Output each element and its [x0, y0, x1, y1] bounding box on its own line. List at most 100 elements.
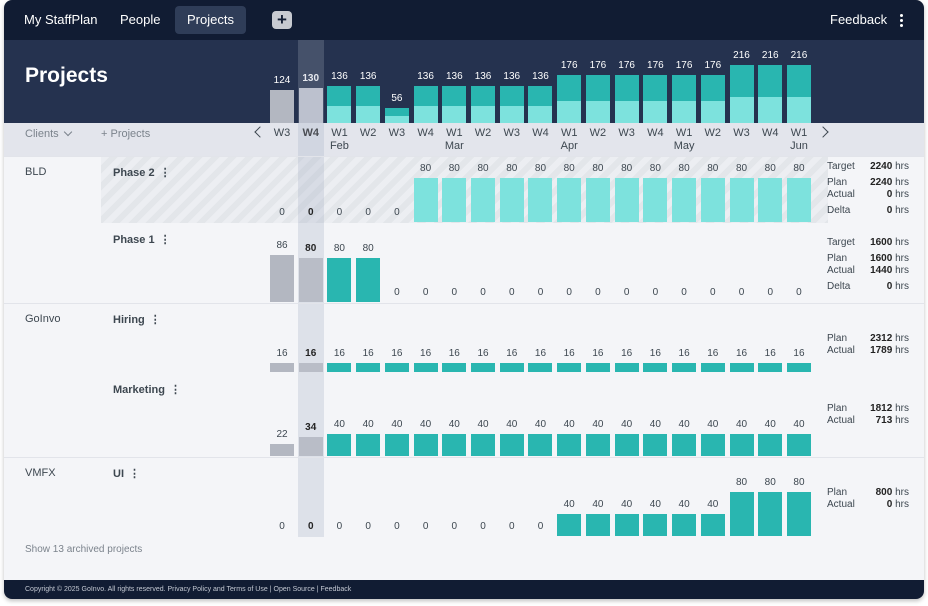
hours-value[interactable]: 40 [583, 499, 613, 510]
hours-value[interactable]: 40 [583, 419, 613, 430]
hours-value[interactable]: 16 [698, 348, 728, 359]
hours-bar[interactable] [413, 363, 438, 372]
hours-value[interactable]: 16 [640, 348, 670, 359]
hours-value[interactable]: 16 [353, 348, 383, 359]
hours-value[interactable]: 40 [640, 499, 670, 510]
hours-value[interactable]: 16 [439, 348, 469, 359]
hours-value[interactable]: 80 [324, 243, 354, 254]
hours-bar[interactable] [729, 178, 754, 222]
footer-privacy-link[interactable]: Privacy Policy and Terms of Use [168, 586, 268, 593]
client-name[interactable]: VMFX [25, 467, 56, 479]
kebab-icon[interactable]: ⋮ [160, 166, 171, 179]
footer-open-source-link[interactable]: Open Source [274, 586, 315, 593]
hours-value[interactable]: 0 [755, 287, 785, 298]
kebab-icon[interactable]: ⋮ [160, 233, 171, 246]
hours-value[interactable]: 0 [267, 207, 297, 218]
hours-bar[interactable] [786, 178, 811, 222]
hours-bar[interactable] [327, 434, 352, 456]
footer-feedback-link[interactable]: Feedback [320, 586, 351, 593]
hours-bar[interactable] [270, 255, 294, 302]
hours-bar[interactable] [729, 434, 754, 456]
hours-value[interactable]: 40 [727, 419, 757, 430]
hours-bar[interactable] [614, 514, 639, 536]
hours-value[interactable]: 16 [583, 348, 613, 359]
hours-value[interactable]: 40 [612, 499, 642, 510]
hours-bar[interactable] [786, 492, 811, 536]
hours-bar[interactable] [442, 178, 467, 222]
hours-bar[interactable] [384, 363, 409, 372]
feedback-link[interactable]: Feedback [830, 6, 887, 34]
hours-value[interactable]: 40 [468, 419, 498, 430]
hours-bar[interactable] [557, 178, 582, 222]
hours-bar[interactable] [499, 363, 524, 372]
hours-value[interactable]: 0 [267, 521, 297, 532]
hours-value[interactable]: 16 [411, 348, 441, 359]
hours-value[interactable]: 16 [784, 348, 814, 359]
hours-value[interactable]: 34 [296, 422, 326, 433]
hours-value[interactable]: 80 [669, 163, 699, 174]
client-name[interactable]: BLD [25, 166, 46, 178]
hours-value[interactable]: 0 [698, 287, 728, 298]
hours-value[interactable]: 22 [267, 429, 297, 440]
hours-bar[interactable] [758, 363, 783, 372]
hours-bar[interactable] [758, 492, 783, 536]
nav-people[interactable]: People [112, 6, 168, 34]
hours-value[interactable]: 40 [411, 419, 441, 430]
hours-value[interactable]: 80 [554, 163, 584, 174]
hours-value[interactable]: 40 [784, 419, 814, 430]
hours-bar[interactable] [672, 178, 697, 222]
hours-value[interactable]: 16 [382, 348, 412, 359]
hours-bar[interactable] [585, 434, 610, 456]
hours-value[interactable]: 40 [382, 419, 412, 430]
hours-bar[interactable] [557, 363, 582, 372]
hours-value[interactable]: 0 [525, 521, 555, 532]
hours-bar[interactable] [471, 178, 496, 222]
add-button[interactable]: + [272, 11, 292, 29]
hours-bar[interactable] [643, 514, 668, 536]
hours-value[interactable]: 80 [612, 163, 642, 174]
project-name[interactable]: Phase 2 ⋮ [113, 166, 171, 179]
hours-value[interactable]: 0 [727, 287, 757, 298]
hours-bar[interactable] [413, 178, 438, 222]
hours-value[interactable]: 80 [727, 163, 757, 174]
hours-value[interactable]: 40 [669, 499, 699, 510]
hours-value[interactable]: 16 [727, 348, 757, 359]
hours-value[interactable]: 16 [267, 348, 297, 359]
hours-value[interactable]: 16 [554, 348, 584, 359]
hours-value[interactable]: 40 [439, 419, 469, 430]
hours-bar[interactable] [298, 437, 323, 456]
hours-bar[interactable] [270, 444, 294, 456]
hours-bar[interactable] [528, 434, 553, 456]
hours-bar[interactable] [672, 363, 697, 372]
hours-value[interactable]: 40 [698, 419, 728, 430]
hours-value[interactable]: 0 [525, 287, 555, 298]
hours-value[interactable]: 80 [468, 163, 498, 174]
hours-bar[interactable] [442, 434, 467, 456]
hours-value[interactable]: 40 [612, 419, 642, 430]
project-name[interactable]: UI ⋮ [113, 467, 140, 480]
kebab-icon[interactable]: ⋮ [170, 383, 181, 396]
hours-bar[interactable] [585, 514, 610, 536]
hours-value[interactable]: 16 [755, 348, 785, 359]
hours-bar[interactable] [614, 434, 639, 456]
project-name[interactable]: Marketing ⋮ [113, 383, 181, 396]
hours-bar[interactable] [528, 363, 553, 372]
hours-bar[interactable] [614, 363, 639, 372]
hours-value[interactable]: 40 [669, 419, 699, 430]
hours-value[interactable]: 40 [525, 419, 555, 430]
hours-bar[interactable] [298, 363, 323, 372]
brand-link[interactable]: My StaffPlan [16, 6, 105, 34]
hours-value[interactable]: 0 [439, 287, 469, 298]
hours-value[interactable]: 80 [755, 163, 785, 174]
hours-bar[interactable] [786, 434, 811, 456]
hours-value[interactable]: 0 [296, 207, 326, 218]
hours-value[interactable]: 0 [497, 521, 527, 532]
client-name[interactable]: GoInvo [25, 313, 60, 325]
hours-value[interactable]: 16 [324, 348, 354, 359]
hours-value[interactable]: 40 [755, 419, 785, 430]
hours-value[interactable]: 16 [525, 348, 555, 359]
hours-bar[interactable] [643, 178, 668, 222]
hours-bar[interactable] [528, 178, 553, 222]
hours-value[interactable]: 80 [353, 243, 383, 254]
hours-value[interactable]: 80 [640, 163, 670, 174]
